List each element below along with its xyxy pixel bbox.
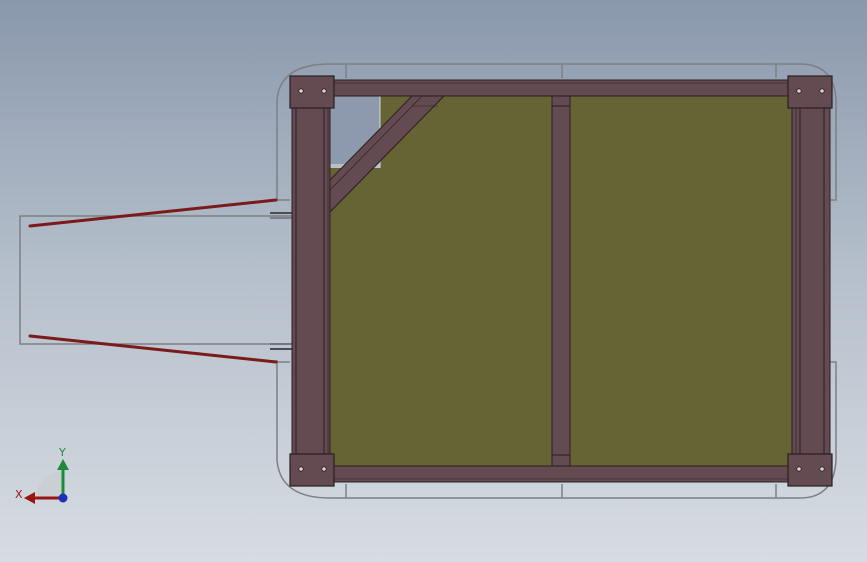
triad-x-arrowhead xyxy=(24,492,35,504)
tow-bar-lower-arm xyxy=(28,334,278,364)
reference-triad[interactable]: X Y xyxy=(15,446,69,504)
bolt-hole xyxy=(796,466,802,472)
corner-plate-bottom-right[interactable] xyxy=(787,453,833,487)
tow-hitch-outline xyxy=(19,212,292,350)
bolt-hole xyxy=(819,466,825,472)
triad-y-label: Y xyxy=(58,446,66,459)
triad-plane-indicator xyxy=(36,471,63,498)
corner-plate-bottom-left[interactable] xyxy=(289,453,335,487)
middle-cross-member[interactable] xyxy=(551,93,571,469)
tow-bar[interactable] xyxy=(28,198,278,364)
triad-x-label: X xyxy=(15,488,23,501)
graphics-viewport[interactable]: X Y xyxy=(0,0,867,562)
triad-y-arrowhead xyxy=(57,459,69,470)
bottom-rail[interactable] xyxy=(299,465,823,483)
triad-z-axis-dot xyxy=(58,493,68,503)
tow-bar-upper-arm xyxy=(28,198,278,228)
bolt-hole xyxy=(321,466,327,472)
top-rail[interactable] xyxy=(299,79,823,97)
bolt-hole xyxy=(819,88,825,94)
bolt-hole xyxy=(298,466,304,472)
corner-plate-top-right[interactable] xyxy=(787,75,833,109)
trailer-frame-model[interactable]: X Y xyxy=(0,0,867,562)
bolt-hole xyxy=(298,88,304,94)
left-side-rail[interactable] xyxy=(291,95,331,459)
bolt-hole xyxy=(321,88,327,94)
bolt-hole xyxy=(796,88,802,94)
right-side-rail[interactable] xyxy=(791,95,831,459)
corner-plate-top-left[interactable] xyxy=(289,75,335,109)
